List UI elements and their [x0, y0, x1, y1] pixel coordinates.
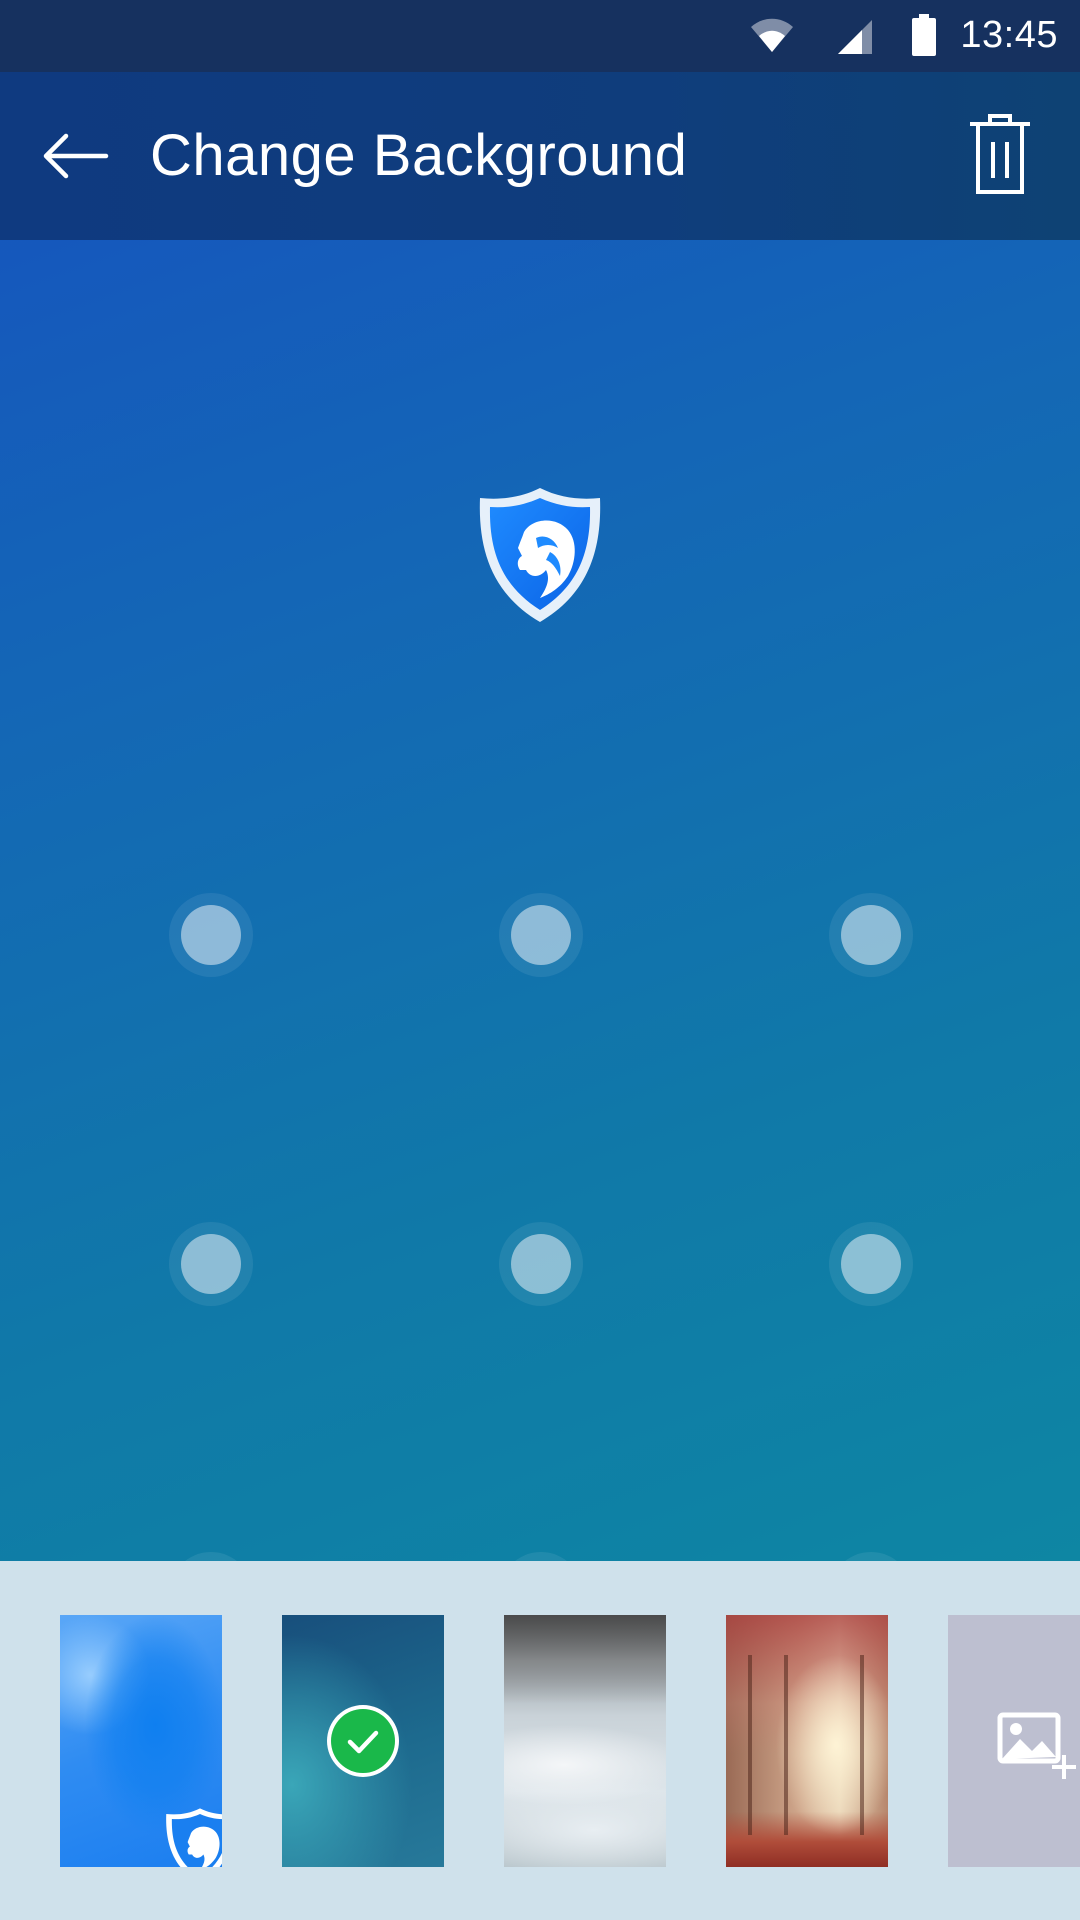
pattern-dot[interactable] [499, 1222, 583, 1306]
page-title: Change Background [150, 123, 688, 188]
app-bar: Change Background [0, 72, 1080, 240]
background-thumb-blue[interactable] [60, 1615, 222, 1867]
back-button[interactable] [36, 116, 116, 196]
pattern-dot[interactable] [829, 1222, 913, 1306]
trash-icon [970, 114, 1030, 194]
background-thumb-forest[interactable] [726, 1615, 888, 1867]
pattern-dot[interactable] [169, 893, 253, 977]
check-icon [347, 1730, 379, 1754]
battery-icon [912, 14, 936, 56]
lion-shield-logo [479, 488, 601, 622]
pattern-dot[interactable] [829, 893, 913, 977]
background-picker [0, 1561, 1080, 1920]
wifi-icon [751, 18, 793, 52]
background-thumb-teal[interactable] [282, 1615, 444, 1867]
lion-shield-logo [166, 1808, 222, 1867]
add-custom-background-button[interactable] [948, 1615, 1080, 1867]
arrow-left-icon [43, 133, 109, 179]
pattern-dot[interactable] [169, 1222, 253, 1306]
background-thumb-waterfall[interactable] [504, 1615, 666, 1867]
add-image-icon [997, 1712, 1076, 1779]
cellular-signal-icon [838, 20, 872, 54]
pattern-dot[interactable] [499, 893, 583, 977]
clock-time: 13:45 [960, 14, 1058, 56]
selected-check-badge [327, 1705, 399, 1777]
status-bar: 13:45 [0, 0, 1080, 72]
delete-background-button[interactable] [960, 112, 1040, 200]
